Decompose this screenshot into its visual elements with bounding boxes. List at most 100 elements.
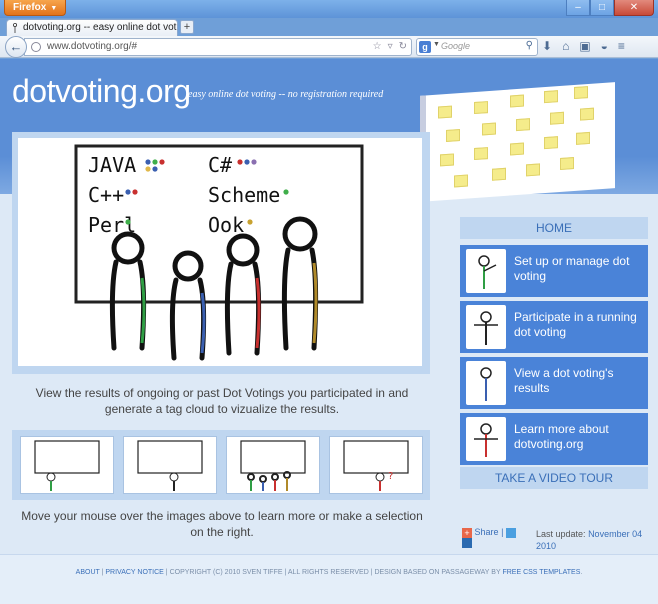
privacy-notice-link[interactable]: PRIVACY NOTICE [105, 569, 163, 576]
tab-strip: dotvoting.org -- easy online dot voting … [0, 18, 658, 37]
video-tour-link[interactable]: TAKE A VIDEO TOUR [460, 467, 648, 489]
about-link[interactable]: ABOUT [76, 569, 100, 576]
sticky-note-board-illustration [420, 82, 615, 202]
sticky-note [526, 163, 540, 177]
vote-dot [251, 159, 257, 165]
close-window-button[interactable]: ✕ [614, 0, 654, 16]
home-icon[interactable]: ⌂ [562, 39, 569, 53]
vote-dot [247, 219, 253, 225]
copyright-text: COPYRIGHT (C) 2010 SVEN TIFFE | ALL RIGH… [169, 569, 501, 576]
sticky-note [440, 153, 454, 167]
vote-dot [132, 189, 138, 195]
sticky-note [560, 157, 574, 171]
vote-dot [152, 159, 158, 165]
board-word: JAVA [88, 153, 136, 177]
twitter-icon[interactable] [505, 527, 516, 538]
sticky-note [516, 118, 530, 132]
share-widget: + Share | [462, 527, 516, 549]
sticky-note [474, 147, 488, 161]
question-figure-icon [466, 417, 506, 461]
nav-card-label: View a dot voting's results [514, 366, 614, 395]
nav-card-participate[interactable]: Participate in a running dot voting [460, 301, 648, 353]
minimize-button[interactable]: – [566, 0, 590, 16]
search-bar[interactable]: g ▼ Google ⚲ [416, 38, 538, 56]
thumbnail-learn-more[interactable]: ? [329, 436, 423, 494]
sticky-note [454, 174, 468, 188]
sticky-note [438, 105, 452, 119]
history-dropdown-icon[interactable]: ▿ [388, 39, 393, 55]
board-word: Ook [208, 213, 244, 237]
site-title[interactable]: dotvoting.org [12, 73, 191, 110]
thumbnails-hint: Move your mouse over the images above to… [21, 509, 423, 539]
sticky-note [576, 131, 590, 145]
voter-figure-icon [466, 305, 506, 349]
thumbnail-strip: ? [12, 430, 430, 500]
linkedin-icon[interactable] [462, 538, 472, 549]
vote-dot [152, 166, 158, 172]
site-footer: ABOUT | PRIVACY NOTICE | COPYRIGHT (C) 2… [0, 554, 658, 604]
nav-card-setup[interactable]: Set up or manage dot voting [460, 245, 648, 297]
nav-card-label: Participate in a running dot voting [514, 310, 637, 339]
thumbnail-participate[interactable] [123, 436, 217, 494]
board-word: Scheme [208, 183, 280, 207]
sticky-note [580, 107, 594, 121]
hero-image-frame: JAVA C# C++ Scheme Perl Ook [12, 132, 430, 374]
vote-dot [125, 219, 131, 225]
sticky-note [544, 90, 558, 104]
window-controls: – □ ✕ [566, 0, 654, 16]
sticky-note [492, 167, 506, 181]
home-link[interactable]: HOME [460, 217, 648, 239]
whiteboard-illustration: JAVA C# C++ Scheme Perl Ook [18, 138, 422, 366]
vote-dot [125, 189, 131, 195]
web-page: dotvoting.org easy online dot voting -- … [0, 59, 658, 604]
firefox-menu-button[interactable]: Firefox ▼ [4, 0, 66, 16]
presenter-figure-icon [466, 249, 506, 293]
vote-dot [159, 159, 165, 165]
share-plus-icon[interactable]: + [462, 527, 472, 538]
url-bar[interactable]: www.dotvoting.org/# ☆ ▿ ↻ [24, 38, 412, 56]
hero-description: View the results of ongoing or past Dot … [35, 386, 409, 416]
navigation-toolbar: www.dotvoting.org/# ☆ ▿ ↻ ← g ▼ Google ⚲… [0, 36, 658, 58]
search-icon[interactable]: ⚲ [526, 40, 533, 51]
free-css-templates-link[interactable]: FREE CSS TEMPLATES [502, 569, 580, 576]
nav-card-learn-more[interactable]: Learn more about dotvoting.org [460, 413, 648, 465]
vote-dot [145, 166, 151, 172]
last-update: Last update: November 04 2010 [536, 529, 643, 551]
pocket-icon[interactable]: ◒ [601, 39, 608, 53]
sticky-note [510, 142, 524, 156]
reload-icon[interactable]: ↻ [399, 39, 407, 55]
vote-dot [283, 189, 289, 195]
maximize-button[interactable]: □ [590, 0, 614, 16]
new-tab-button[interactable]: + [180, 20, 194, 34]
bookmark-star-icon[interactable]: ☆ [373, 39, 382, 55]
site-tagline: easy online dot voting -- no registratio… [188, 89, 384, 100]
thumbnail-results[interactable] [226, 436, 320, 494]
chevron-down-icon: ▼ [50, 5, 58, 12]
sticky-note [482, 122, 496, 136]
svg-text:?: ? [388, 471, 393, 482]
thumbnail-setup[interactable] [20, 436, 114, 494]
vote-dot [237, 159, 243, 165]
bookmarks-icon[interactable]: ▣ [579, 39, 590, 53]
share-link[interactable]: Share [475, 527, 499, 537]
nav-card-label: Learn more about dotvoting.org [514, 422, 609, 451]
title-bar: Firefox ▼ – □ ✕ [0, 0, 658, 18]
sticky-note [474, 101, 488, 115]
nav-card-label: Set up or manage dot voting [514, 254, 630, 283]
chevron-down-icon: ▼ [433, 41, 440, 48]
sticky-note [446, 129, 460, 142]
vote-dot [145, 159, 151, 165]
sticky-note [544, 136, 558, 150]
sticky-note [574, 86, 588, 100]
vote-dot [244, 159, 250, 165]
back-button[interactable]: ← [5, 36, 27, 58]
nav-card-results[interactable]: View a dot voting's results [460, 357, 648, 409]
tab-dotvoting[interactable]: dotvoting.org -- easy online dot voting … [6, 19, 178, 37]
stick-figure-favicon-icon [13, 23, 17, 33]
board-word: C++ [88, 183, 124, 207]
google-engine-icon[interactable]: g [419, 41, 431, 53]
downloads-icon[interactable]: ⬇ [542, 39, 552, 53]
menu-icon[interactable]: ≡ [618, 39, 625, 53]
sticky-note [550, 111, 564, 125]
sticky-note [510, 94, 524, 108]
